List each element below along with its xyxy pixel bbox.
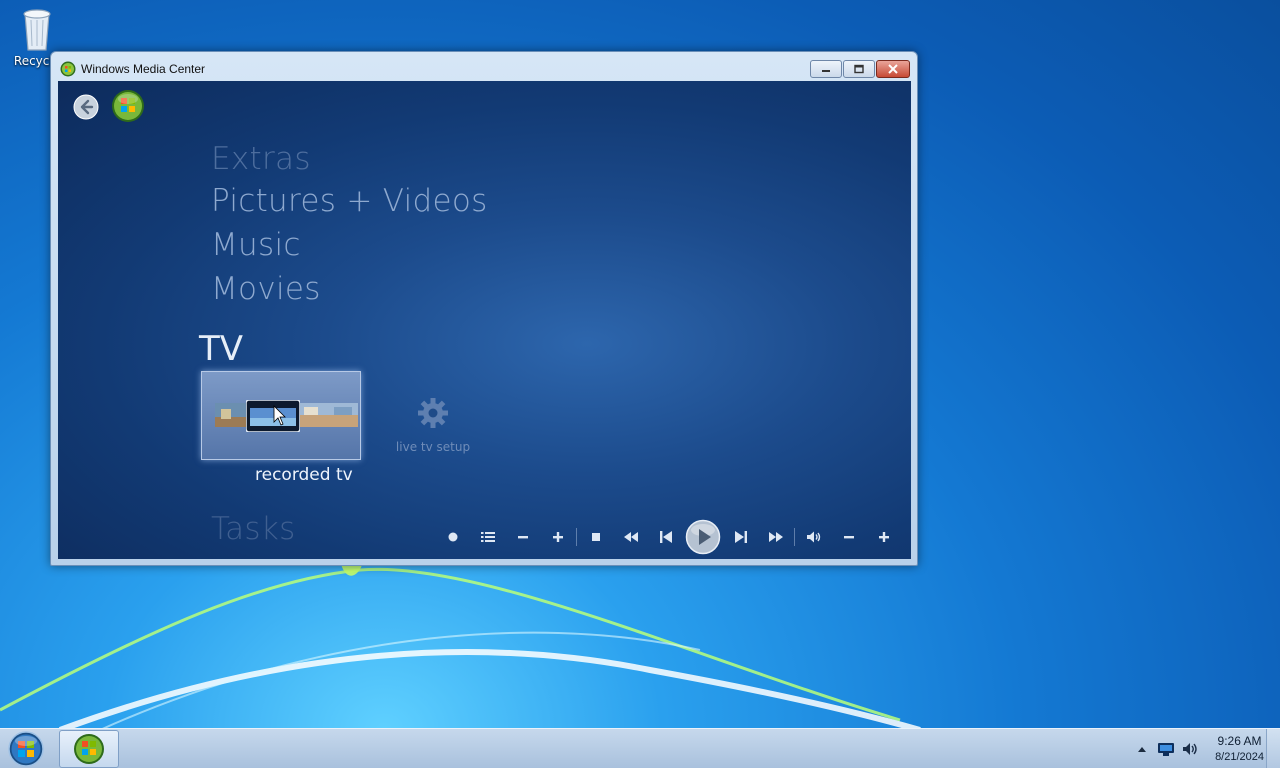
menu-item-tasks[interactable]: Tasks <box>211 511 296 547</box>
show-hidden-icons-button[interactable] <box>1131 738 1153 760</box>
transport-separator <box>794 528 795 546</box>
fast-forward-icon <box>768 532 783 542</box>
show-desktop-button[interactable] <box>1266 729 1280 768</box>
menu-item-music[interactable]: Music <box>211 227 301 263</box>
window-title: Windows Media Center <box>81 62 206 76</box>
live-tv-setup-label: live tv setup <box>395 440 471 454</box>
minimize-button[interactable] <box>810 60 842 78</box>
caption-buttons <box>809 60 910 78</box>
network-icon <box>1158 743 1175 756</box>
play-button[interactable] <box>683 519 723 555</box>
menu-item-pictures-videos[interactable]: Pictures + Videos <box>211 183 488 219</box>
mute-button[interactable] <box>796 520 831 554</box>
stop-icon <box>591 533 600 541</box>
channel-down-button[interactable] <box>505 520 540 554</box>
taskbar: 9:26 AM 8/21/2024 <box>0 728 1280 768</box>
skip-back-icon <box>659 531 672 543</box>
window-titlebar[interactable]: Windows Media Center <box>51 52 917 82</box>
minimize-icon <box>822 70 830 72</box>
volume-down-button[interactable] <box>831 520 866 554</box>
windows-start-orb-icon[interactable] <box>4 730 48 768</box>
volume-icon <box>806 531 820 543</box>
rewind-button[interactable] <box>613 520 648 554</box>
volume-up-icon <box>878 532 889 542</box>
recorded-tv-label: recorded tv <box>255 465 353 485</box>
record-button[interactable] <box>435 520 470 554</box>
menu-item-tv[interactable]: TV <box>199 329 243 369</box>
transport-separator <box>576 528 577 546</box>
clock-time: 9:26 AM <box>1217 734 1262 748</box>
skip-forward-button[interactable] <box>723 520 758 554</box>
gear-icon <box>418 398 448 428</box>
desktop-wallpaper-swoosh <box>0 553 921 730</box>
menu-item-extras[interactable]: Extras <box>211 141 311 177</box>
tv-thumbnail-selected <box>246 400 300 432</box>
volume-down-icon <box>843 536 854 539</box>
channel-up-icon <box>552 532 563 542</box>
recycle-bin-icon <box>23 9 51 51</box>
play-icon <box>685 519 721 555</box>
network-button[interactable] <box>1155 738 1177 760</box>
media-center-icon <box>60 61 76 77</box>
clock-date: 8/21/2024 <box>1215 751 1264 763</box>
volume-up-button[interactable] <box>866 520 901 554</box>
taskbar-button-media-center[interactable] <box>59 730 119 768</box>
stop-button[interactable] <box>578 520 613 554</box>
windows-orb-icon[interactable] <box>111 89 145 123</box>
show-hidden-icons-arrow <box>1138 747 1147 752</box>
skip-forward-icon <box>734 531 747 543</box>
guide-button[interactable] <box>470 520 505 554</box>
record-icon <box>448 532 457 542</box>
media-center-window[interactable]: Windows Media Center Extras Pictures + V… <box>50 51 918 566</box>
taskbar-clock[interactable]: 9:26 AM 8/21/2024 <box>1215 733 1264 765</box>
transport-controls <box>435 519 901 555</box>
tv-thumbnail <box>215 403 247 427</box>
volume-icon <box>1183 743 1197 755</box>
back-button[interactable] <box>73 94 99 120</box>
restore-icon <box>854 64 864 74</box>
guide-icon <box>480 532 495 542</box>
close-button[interactable] <box>876 60 910 78</box>
system-tray: 9:26 AM 8/21/2024 <box>1129 729 1264 768</box>
channel-up-button[interactable] <box>540 520 575 554</box>
media-center-icon <box>74 734 104 764</box>
menu-item-movies[interactable]: Movies <box>211 271 321 307</box>
volume-tray-button[interactable] <box>1179 738 1201 760</box>
restore-button[interactable] <box>843 60 875 78</box>
recorded-tv-tile[interactable] <box>201 371 361 460</box>
live-tv-setup-tile[interactable]: live tv setup <box>388 396 478 455</box>
skip-back-button[interactable] <box>648 520 683 554</box>
tv-thumbnail <box>300 403 358 427</box>
close-icon <box>888 64 898 74</box>
channel-down-icon <box>517 536 528 539</box>
rewind-icon <box>623 532 638 542</box>
fast-forward-button[interactable] <box>758 520 793 554</box>
media-center-client: Extras Pictures + Videos Music Movies Ta… <box>58 81 911 559</box>
